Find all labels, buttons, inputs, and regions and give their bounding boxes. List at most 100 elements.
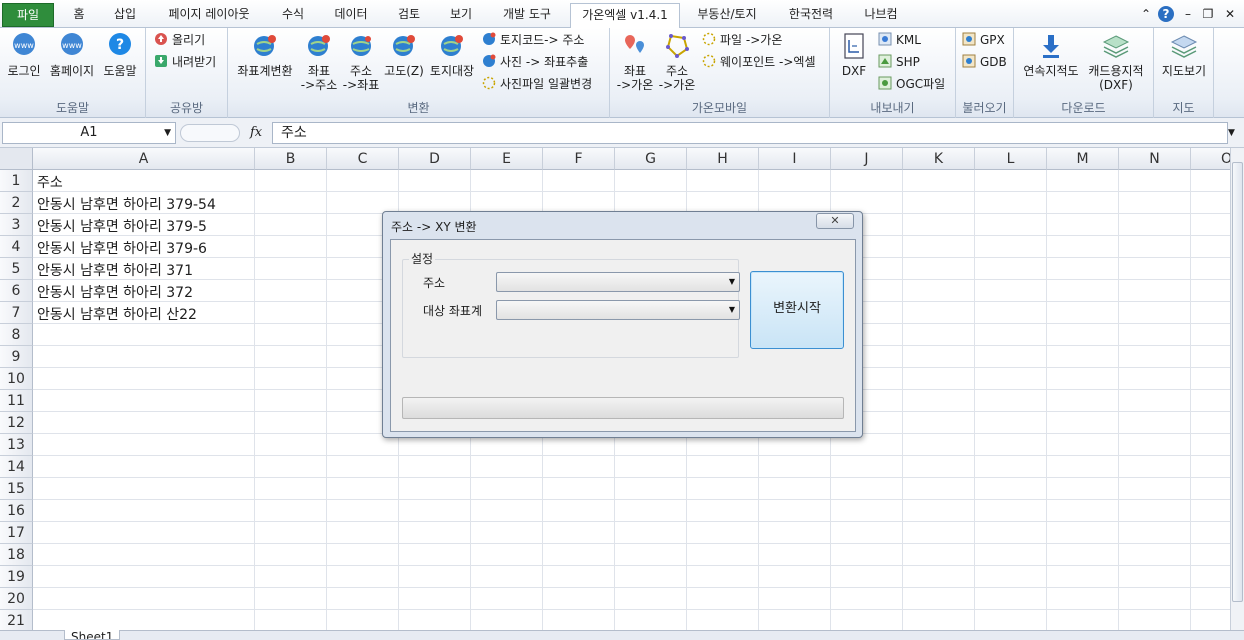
address-combobox[interactable]: ▼ xyxy=(496,272,740,292)
tab-view[interactable]: 보기 xyxy=(440,3,482,28)
row-header-16[interactable]: 16 xyxy=(0,500,33,522)
gdb-import-button[interactable]: GDB xyxy=(962,53,1007,71)
row-header-15[interactable]: 15 xyxy=(0,478,33,500)
gpx-import-button[interactable]: GPX xyxy=(962,31,1005,49)
row-header-5[interactable]: 5 xyxy=(0,258,33,280)
tab-realestate[interactable]: 부동산/토지 xyxy=(688,3,766,28)
coord-to-gaon-button[interactable]: 좌표 ->가온 xyxy=(614,32,656,92)
tab-page-layout[interactable]: 페이지 레이아웃 xyxy=(156,3,262,28)
dxf-export-button[interactable]: DXF xyxy=(836,32,872,78)
row-header-6[interactable]: 6 xyxy=(0,280,33,302)
minimize-ribbon-icon[interactable]: ⌃ xyxy=(1138,6,1154,22)
start-convert-button[interactable]: 변환시작 xyxy=(750,271,844,349)
sheet-tab[interactable]: Sheet1 xyxy=(64,630,121,640)
column-header-I[interactable]: I xyxy=(759,148,831,170)
help-icon[interactable]: ? xyxy=(1158,6,1174,22)
row-header-11[interactable]: 11 xyxy=(0,390,33,412)
row-header-2[interactable]: 2 xyxy=(0,192,33,214)
tab-developer[interactable]: 개발 도구 xyxy=(492,3,562,28)
view-map-button[interactable]: 지도보기 xyxy=(1158,32,1210,78)
column-header-G[interactable]: G xyxy=(615,148,687,170)
homepage-button[interactable]: www 홈페이지 xyxy=(48,32,96,78)
tab-review[interactable]: 검토 xyxy=(388,3,430,28)
column-header-K[interactable]: K xyxy=(903,148,975,170)
row-header-13[interactable]: 13 xyxy=(0,434,33,456)
row-header-7[interactable]: 7 xyxy=(0,302,33,324)
row-header-14[interactable]: 14 xyxy=(0,456,33,478)
row-header-3[interactable]: 3 xyxy=(0,214,33,236)
target-crs-combobox[interactable]: ▼ xyxy=(496,300,740,320)
window-restore-icon[interactable]: ❐ xyxy=(1200,6,1216,22)
tab-formulas[interactable]: 수식 xyxy=(272,3,314,28)
continuous-map-button[interactable]: 연속지적도 xyxy=(1020,32,1082,78)
cad-map-button[interactable]: 캐드용지적 (DXF) xyxy=(1084,32,1148,92)
tab-home[interactable]: 홈 xyxy=(62,3,96,28)
column-header-A[interactable]: A xyxy=(33,148,255,170)
cell-A2[interactable]: 안동시 남후면 하아리 379-54 xyxy=(37,194,216,214)
column-header-D[interactable]: D xyxy=(399,148,471,170)
column-header-H[interactable]: H xyxy=(687,148,759,170)
scrollbar-thumb[interactable] xyxy=(1232,162,1243,602)
tab-data[interactable]: 데이터 xyxy=(324,3,378,28)
column-header-E[interactable]: E xyxy=(471,148,543,170)
cell-A4[interactable]: 안동시 남후면 하아리 379-6 xyxy=(37,238,207,258)
column-header-C[interactable]: C xyxy=(327,148,399,170)
shp-export-button[interactable]: SHP xyxy=(878,53,920,71)
kml-export-button[interactable]: KML xyxy=(878,31,921,49)
landcode-to-address-button[interactable]: 토지코드-> 주소 xyxy=(482,31,584,49)
window-close-icon[interactable]: ✕ xyxy=(1222,6,1238,22)
download-button[interactable]: 내려받기 xyxy=(154,53,216,71)
cell-A1[interactable]: 주소 xyxy=(37,172,63,192)
cell-A5[interactable]: 안동시 남후면 하아리 371 xyxy=(37,260,193,280)
coord-convert-button[interactable]: 좌표계변환 xyxy=(234,32,296,78)
row-header-20[interactable]: 20 xyxy=(0,588,33,610)
tab-gaon-excel[interactable]: 가온엑셀 v1.4.1 xyxy=(570,3,680,29)
row-header-18[interactable]: 18 xyxy=(0,544,33,566)
tab-navcom[interactable]: 나브컴 xyxy=(856,3,906,28)
row-header-17[interactable]: 17 xyxy=(0,522,33,544)
expand-formula-bar-icon[interactable]: ▼ xyxy=(1228,122,1240,144)
cell-A3[interactable]: 안동시 남후면 하아리 379-5 xyxy=(37,216,207,236)
upload-button[interactable]: 올리기 xyxy=(154,31,205,49)
close-button[interactable]: ✕ xyxy=(816,213,854,229)
waypoint-to-excel-button[interactable]: 웨이포인트 ->엑셀 xyxy=(702,53,815,71)
column-header-J[interactable]: J xyxy=(831,148,903,170)
vertical-scrollbar[interactable] xyxy=(1230,148,1244,630)
row-header-21[interactable]: 21 xyxy=(0,610,33,630)
row-header-9[interactable]: 9 xyxy=(0,346,33,368)
name-box[interactable]: A1 ▼ xyxy=(2,122,176,144)
column-header-L[interactable]: L xyxy=(975,148,1047,170)
ogc-export-button[interactable]: OGC파일 xyxy=(878,75,945,93)
column-header-F[interactable]: F xyxy=(543,148,615,170)
address-to-coord-button[interactable]: 주소 ->좌표 xyxy=(340,32,382,92)
row-header-8[interactable]: 8 xyxy=(0,324,33,346)
chevron-down-icon[interactable]: ▼ xyxy=(164,123,171,143)
row-header-12[interactable]: 12 xyxy=(0,412,33,434)
column-header-M[interactable]: M xyxy=(1047,148,1119,170)
row-header-10[interactable]: 10 xyxy=(0,368,33,390)
insert-function-icon[interactable]: fx xyxy=(250,125,262,140)
row-header-19[interactable]: 19 xyxy=(0,566,33,588)
cell-A6[interactable]: 안동시 남후면 하아리 372 xyxy=(37,282,193,302)
photo-rename-button[interactable]: 사진파일 일괄변경 xyxy=(482,75,592,93)
help-button[interactable]: ? 도움말 xyxy=(100,32,140,78)
file-to-gaon-button[interactable]: 파일 ->가온 xyxy=(702,31,782,49)
tab-kepco[interactable]: 한국전력 xyxy=(776,3,846,28)
altitude-button[interactable]: 고도(Z) xyxy=(382,32,426,78)
login-button[interactable]: www 로그인 xyxy=(4,32,44,78)
column-header-B[interactable]: B xyxy=(255,148,327,170)
coord-to-address-button[interactable]: 좌표 ->주소 xyxy=(298,32,340,92)
select-all-corner[interactable] xyxy=(0,148,33,170)
row-header-4[interactable]: 4 xyxy=(0,236,33,258)
land-ledger-button[interactable]: 토지대장 xyxy=(426,32,478,78)
window-minimize-icon[interactable]: – xyxy=(1180,6,1196,22)
photo-extract-button[interactable]: 사진 -> 좌표추출 xyxy=(482,53,588,71)
row-header-1[interactable]: 1 xyxy=(0,170,33,192)
column-header-O[interactable]: O xyxy=(1191,148,1230,170)
formula-input[interactable]: 주소 xyxy=(272,122,1228,144)
cell-A7[interactable]: 안동시 남후면 하아리 산22 xyxy=(37,304,197,324)
tab-insert[interactable]: 삽입 xyxy=(104,3,146,28)
tab-file[interactable]: 파일 xyxy=(2,3,54,27)
column-header-N[interactable]: N xyxy=(1119,148,1191,170)
address-to-gaon-button[interactable]: 주소 ->가온 xyxy=(656,32,698,92)
